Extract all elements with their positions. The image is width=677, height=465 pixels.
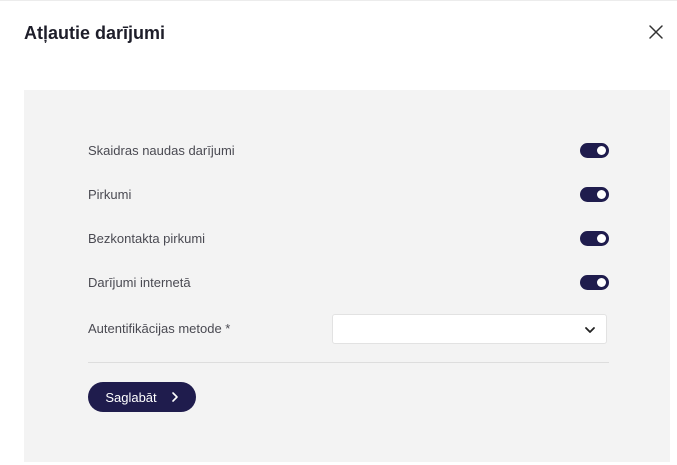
toggle-contactless-purchases[interactable]: [580, 230, 609, 246]
auth-method-row: Autentifikācijas metode *: [88, 314, 609, 344]
toggle-label-purchases: Pirkumi: [88, 186, 132, 202]
toggle-knob: [597, 189, 606, 199]
toggle-label-internet: Darījumi internetā: [88, 274, 191, 290]
auth-method-label: Autentifikācijas metode *: [88, 321, 231, 336]
toggle-cash-transactions[interactable]: [580, 142, 609, 158]
chevron-right-icon: [171, 392, 178, 402]
divider: [88, 362, 609, 363]
toggle-knob: [597, 277, 606, 287]
toggle-internet-transactions[interactable]: [580, 274, 609, 290]
toggle-knob: [597, 145, 606, 155]
allowed-transactions-dialog: Atļautie darījumi Skaidras naudas darīju…: [0, 0, 677, 465]
settings-panel: Skaidras naudas darījumi Pirkumi Bezkont…: [24, 90, 670, 462]
close-button[interactable]: [645, 21, 667, 43]
toggle-row-purchases: Pirkumi: [88, 182, 609, 206]
toggle-purchases[interactable]: [580, 186, 609, 202]
auth-method-select[interactable]: [332, 314, 607, 344]
toggle-label-contactless: Bezkontakta pirkumi: [88, 230, 206, 246]
chevron-down-icon: [585, 327, 595, 333]
save-button-label: Saglabāt: [105, 389, 157, 405]
save-button[interactable]: Saglabāt: [88, 382, 196, 412]
toggle-row-contactless: Bezkontakta pirkumi: [88, 226, 609, 250]
dialog-title: Atļautie darījumi: [24, 23, 166, 43]
toggle-knob: [597, 233, 606, 243]
close-icon: [649, 25, 663, 39]
toggle-row-cash: Skaidras naudas darījumi: [88, 138, 609, 162]
toggle-row-internet: Darījumi internetā: [88, 270, 609, 294]
toggle-label-cash: Skaidras naudas darījumi: [88, 142, 235, 158]
